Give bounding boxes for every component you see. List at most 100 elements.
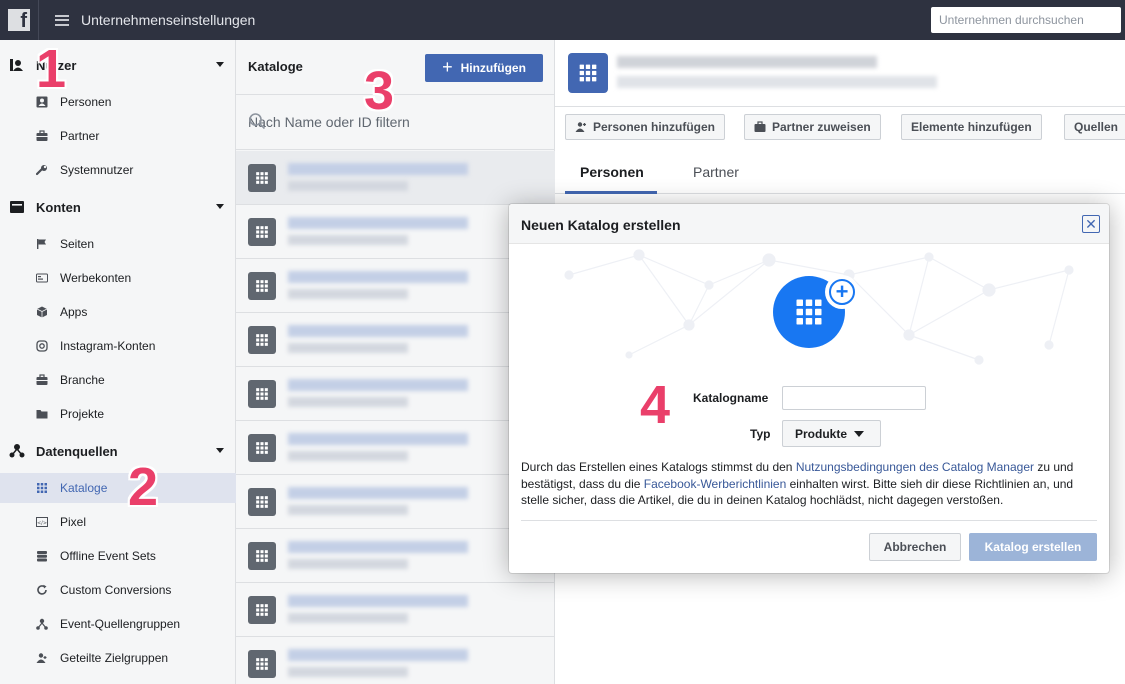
redacted-catalog-name xyxy=(288,433,468,445)
cancel-button[interactable]: Abbrechen xyxy=(869,533,961,561)
tab-personen[interactable]: Personen xyxy=(580,164,644,180)
catalog-grid-icon xyxy=(248,218,276,246)
sidebar-item-event-source-groups[interactable]: Event-Quellengruppen xyxy=(0,609,236,639)
catalog-filter-input[interactable]: Nach Name oder ID filtern xyxy=(236,96,555,150)
catalog-list-item[interactable] xyxy=(236,637,555,684)
catalog-grid-icon xyxy=(248,596,276,624)
facebook-logo-icon[interactable]: f xyxy=(8,9,30,31)
catalog-name-label: Katalogname xyxy=(693,391,769,405)
sidebar-item-label: Instagram-Konten xyxy=(60,339,156,353)
ad-account-icon xyxy=(36,272,48,284)
catalog-list-item[interactable] xyxy=(236,529,555,583)
sidebar-item-werbekonten[interactable]: Werbekonten xyxy=(0,263,236,293)
redacted-catalog-name xyxy=(288,487,468,499)
sidebar-item-label: Custom Conversions xyxy=(60,583,172,597)
chevron-down-icon[interactable] xyxy=(216,62,224,67)
instagram-icon xyxy=(36,340,48,352)
catalog-list-header: Kataloge + Hinzufügen xyxy=(236,40,555,95)
catalog-list-item[interactable] xyxy=(236,205,555,259)
chevron-down-icon[interactable] xyxy=(216,204,224,209)
users-icon xyxy=(9,57,25,73)
sidebar-item-pixel[interactable]: </> Pixel xyxy=(0,507,236,537)
catalog-name-input[interactable] xyxy=(782,386,926,410)
redacted-catalog-id xyxy=(288,235,408,245)
tab-partner[interactable]: Partner xyxy=(693,164,739,180)
sidebar-item-shared-audiences[interactable]: Geteilte Zielgruppen xyxy=(0,643,236,673)
sidebar-item-offline-event-sets[interactable]: Offline Event Sets xyxy=(0,541,236,571)
assign-partner-button[interactable]: Partner zuweisen xyxy=(744,114,881,140)
catalog-grid-icon xyxy=(568,53,608,93)
redacted-catalog-name xyxy=(288,271,468,283)
dialog-title: Neuen Katalog erstellen xyxy=(521,217,681,233)
sidebar-item-label: Systemnutzer xyxy=(60,163,134,177)
create-catalog-button[interactable]: Katalog erstellen xyxy=(969,533,1097,561)
catalog-list-item[interactable] xyxy=(236,475,555,529)
hamburger-menu-icon[interactable] xyxy=(55,14,69,26)
add-button-label: Hinzufügen xyxy=(460,61,526,75)
redacted-catalog-id xyxy=(288,397,408,407)
pixel-icon: </> xyxy=(36,516,48,528)
annotation-number: 2 xyxy=(128,457,159,517)
catalog-detail-header xyxy=(555,40,1125,107)
folder-icon xyxy=(36,408,48,420)
annotation-number: 1 xyxy=(36,39,67,99)
inbox-icon xyxy=(9,199,25,215)
ad-policies-link[interactable]: Facebook-Werberichtlinien xyxy=(644,477,787,491)
sidebar-item-projekte[interactable]: Projekte xyxy=(0,399,236,429)
catalog-list-item[interactable] xyxy=(236,421,555,475)
terms-notice: Durch das Erstellen eines Katalogs stimm… xyxy=(521,459,1101,509)
close-icon[interactable]: ✕ xyxy=(1082,215,1100,233)
briefcase-icon xyxy=(754,121,766,132)
sidebar-item-apps[interactable]: Apps xyxy=(0,297,236,327)
sidebar-item-systemnutzer[interactable]: Systemnutzer xyxy=(0,155,236,185)
catalog-list-item[interactable] xyxy=(236,583,555,637)
briefcase-icon xyxy=(36,130,48,142)
catalog-list-item[interactable] xyxy=(236,367,555,421)
plus-badge-icon: + xyxy=(825,275,859,309)
chevron-down-icon[interactable] xyxy=(216,448,224,453)
sidebar-item-instagram[interactable]: Instagram-Konten xyxy=(0,331,236,361)
catalog-grid-icon xyxy=(248,164,276,192)
sidebar-item-label: Kataloge xyxy=(60,481,108,495)
sources-label: Quellen xyxy=(1074,120,1119,134)
sources-button[interactable]: Quellen xyxy=(1064,114,1125,140)
sidebar-section-data-sources[interactable]: Datenquellen xyxy=(0,436,236,466)
redacted-catalog-id xyxy=(288,559,408,569)
redacted-catalog-name xyxy=(617,56,877,68)
sidebar-item-custom-conversions[interactable]: Custom Conversions xyxy=(0,575,236,605)
redacted-catalog-id xyxy=(288,667,408,677)
redacted-catalog-id xyxy=(288,451,408,461)
redacted-catalog-id xyxy=(288,505,408,515)
sidebar-item-branche[interactable]: Branche xyxy=(0,365,236,395)
search-icon[interactable] xyxy=(248,112,545,133)
catalog-action-bar: Personen hinzufügen Partner zuweisen Ele… xyxy=(555,114,1125,142)
sidebar-item-kataloge[interactable]: Kataloge xyxy=(0,473,236,503)
catalog-list-item[interactable] xyxy=(236,313,555,367)
catalog-grid-icon xyxy=(248,380,276,408)
grid-icon xyxy=(36,482,48,494)
redacted-catalog-id xyxy=(288,613,408,623)
add-person-icon xyxy=(575,122,586,132)
catalog-type-select[interactable]: Produkte xyxy=(782,420,881,447)
sidebar-item-seiten[interactable]: Seiten xyxy=(0,229,236,259)
active-tab-indicator xyxy=(565,191,657,194)
terms-text: Durch das Erstellen eines Katalogs stimm… xyxy=(521,460,796,474)
add-assets-button[interactable]: Elemente hinzufügen xyxy=(901,114,1042,140)
catalog-manager-terms-link[interactable]: Nutzungsbedingungen des Catalog Manager xyxy=(796,460,1034,474)
business-search-input[interactable]: Unternehmen durchsuchen xyxy=(931,7,1121,33)
redacted-catalog-id xyxy=(617,76,937,88)
dialog-header: Neuen Katalog erstellen ✕ xyxy=(509,204,1109,244)
sidebar-item-label: Werbekonten xyxy=(60,271,132,285)
sidebar-section-accounts[interactable]: Konten xyxy=(0,192,236,222)
detail-tabs: Personen Partner xyxy=(555,150,1125,194)
add-people-button[interactable]: Personen hinzufügen xyxy=(565,114,726,140)
redacted-catalog-name xyxy=(288,649,468,661)
sidebar-item-partner[interactable]: Partner xyxy=(0,121,236,151)
add-catalog-button[interactable]: + Hinzufügen xyxy=(425,54,543,82)
catalog-list-item[interactable] xyxy=(236,151,555,205)
catalog-type-value: Produkte xyxy=(795,426,848,441)
catalog-list-item[interactable] xyxy=(236,259,555,313)
briefcase-icon xyxy=(36,374,48,386)
sidebar-section-label: Datenquellen xyxy=(36,443,118,459)
wrench-icon xyxy=(36,164,48,176)
